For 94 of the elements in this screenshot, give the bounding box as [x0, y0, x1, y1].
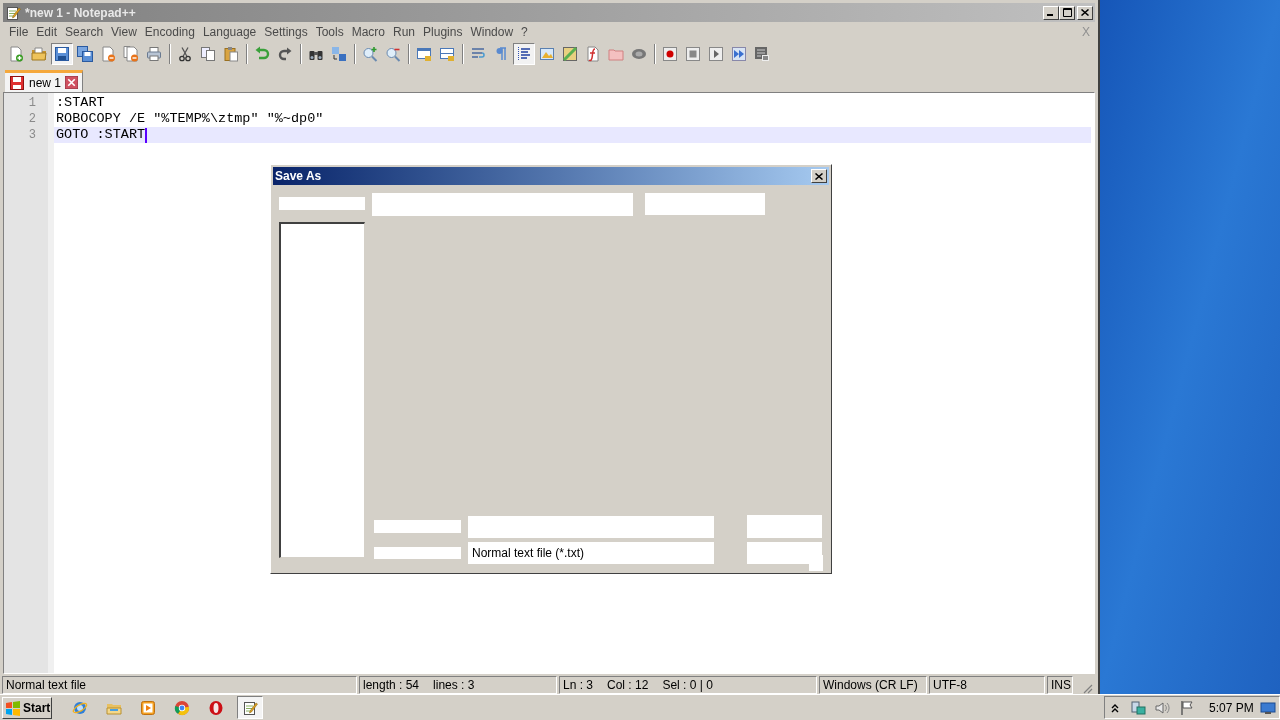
status-text: Col : 12 [607, 677, 649, 694]
status-text: Windows (CR LF) [823, 677, 918, 694]
menu-item[interactable]: Run [389, 22, 420, 41]
start-button[interactable]: Start [2, 696, 52, 719]
floppy-disks-icon [77, 45, 93, 62]
input-field[interactable] [374, 520, 461, 533]
speaker-icon [1154, 699, 1170, 716]
macro-list-icon [754, 45, 770, 62]
line-number: 2 [27, 111, 37, 127]
page-minus-icon [100, 45, 116, 62]
notepad-icon [5, 4, 21, 21]
menu-item[interactable]: Edit [32, 22, 62, 41]
menu-item[interactable]: Tools [311, 22, 348, 41]
map-icon [562, 45, 578, 62]
text-cursor [145, 127, 148, 143]
window-title: *new 1 - Notepad++ [25, 4, 136, 22]
picture-icon [539, 45, 555, 62]
maximize-icon [1062, 8, 1072, 17]
clipboard-icon [223, 45, 239, 62]
line-number: 3 [27, 127, 37, 143]
menu-item[interactable]: File [5, 22, 33, 41]
status-text: UTF-8 [933, 677, 967, 694]
input-field[interactable] [279, 197, 365, 210]
toolbar-button[interactable] [513, 42, 535, 65]
tricolor-circle-icon [174, 699, 190, 716]
menu-item[interactable]: Search [61, 22, 108, 41]
status-text: lines : 3 [433, 677, 475, 694]
status-text: Normal text file [6, 677, 87, 694]
menu-item[interactable]: Encoding [140, 22, 199, 41]
ring-icon [208, 699, 224, 716]
line-number: 1 [27, 95, 37, 111]
chevron-up-icon [1111, 702, 1119, 713]
document-tab[interactable]: new 1 [5, 70, 84, 92]
close-icon [1081, 9, 1089, 16]
play-icon [708, 45, 724, 62]
close-icon [65, 76, 79, 89]
file-type-field[interactable]: Normal text file (*.txt) [468, 542, 714, 564]
minimize-button[interactable] [1043, 5, 1059, 20]
input-field[interactable] [372, 193, 633, 216]
network-icon [1131, 699, 1147, 716]
scissors-icon [177, 45, 193, 62]
fast-forward-icon [731, 45, 747, 62]
close-button[interactable] [1077, 5, 1093, 20]
page-plus-icon [8, 45, 24, 62]
copy-icon [200, 45, 216, 62]
input-field[interactable] [645, 193, 765, 215]
status-text: Sel : 0 | 0 [662, 677, 713, 694]
window-lock-icon [439, 45, 455, 62]
function-icon [585, 45, 601, 62]
notepad-icon [242, 699, 258, 716]
list-pane[interactable] [279, 222, 365, 558]
status-text: length : 54 [363, 677, 420, 694]
code-line: GOTO :START [56, 127, 146, 143]
redo-icon [277, 45, 293, 62]
close-icon [815, 172, 823, 180]
windows-flag-icon [5, 699, 21, 716]
monitor-icon [1260, 699, 1276, 716]
zoom-in-icon [362, 45, 378, 62]
flag-icon [1179, 699, 1195, 716]
pages-minus-icon [123, 45, 139, 62]
menu-item[interactable]: ? [517, 22, 532, 41]
input-field[interactable] [747, 515, 822, 538]
taskbar-app-button[interactable] [237, 696, 263, 719]
play-icon [140, 699, 156, 716]
tab-label: new 1 [29, 74, 62, 92]
window-lock-icon [416, 45, 432, 62]
menu-item[interactable]: View [107, 22, 141, 41]
status-text: INS [1051, 677, 1071, 694]
code-line: ROBOCOPY /E "%TEMP%\ztmp" "%~dp0" [56, 111, 324, 127]
close-button[interactable] [811, 169, 827, 183]
globe-icon [72, 699, 88, 716]
clock-text: 5:07 PM [1209, 699, 1254, 717]
printer-icon [146, 45, 162, 62]
menu-item[interactable]: Window [466, 22, 518, 41]
stop-icon [685, 45, 701, 62]
resize-grip-icon [1081, 682, 1093, 694]
status-text: Ln : 3 [563, 677, 594, 694]
menu-item[interactable]: Plugins [419, 22, 467, 41]
indent-lines-icon [516, 45, 532, 62]
folder-icon [31, 45, 47, 62]
file-name-field[interactable] [468, 515, 714, 538]
toolbar-button[interactable] [51, 42, 73, 65]
dialog-title: Save As [274, 168, 322, 185]
input-field[interactable] [747, 542, 822, 564]
menu-item[interactable]: Macro [347, 22, 389, 41]
menu-item[interactable]: Language [198, 22, 261, 41]
undo-icon [254, 45, 270, 62]
menu-item[interactable]: Settings [260, 22, 312, 41]
code-line: :START [56, 95, 105, 111]
replace-icon [331, 45, 347, 62]
record-icon [662, 45, 678, 62]
maximize-button[interactable] [1059, 5, 1075, 20]
zoom-out-icon [385, 45, 401, 62]
input-field[interactable] [374, 547, 461, 559]
